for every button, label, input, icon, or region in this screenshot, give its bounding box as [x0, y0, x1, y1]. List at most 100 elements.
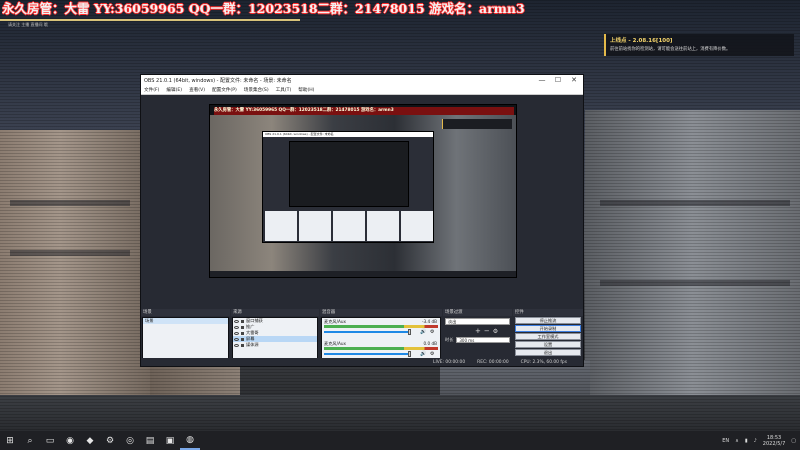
channel-db: -3.4 dB: [421, 319, 437, 324]
volume-fader[interactable]: [324, 353, 410, 355]
streamer-banner: 永久房管：大雷 YY:36059965 QQ一群：12023518二群：2147…: [2, 1, 525, 16]
add-icon[interactable]: +: [475, 327, 481, 335]
gear-icon[interactable]: ⚙: [430, 351, 434, 357]
obs-titlebar[interactable]: OBS 21.0.1 (64bit, windows) - 配置文件: 未命名 …: [141, 75, 583, 86]
mixer-channel: 麦克风/Aux -3.4 dB 🔊 ⚙: [322, 318, 440, 340]
obs-window-title: OBS 21.0.1 (64bit, windows) - 配置文件: 未命名 …: [144, 78, 292, 84]
clock-date: 2022/5/7: [762, 440, 786, 447]
channel-name: 麦克风/Aux: [324, 341, 346, 346]
window-strip: [10, 250, 130, 256]
volume-meter: [324, 325, 438, 328]
notification-title: 上线点 - 2.08.16[100]: [610, 38, 673, 44]
duration-row: 时长 300 ms: [445, 337, 510, 343]
terminal-icon[interactable]: ▤: [140, 431, 160, 450]
lock-icon[interactable]: [241, 325, 244, 329]
volume-meter: [324, 347, 438, 350]
remove-icon[interactable]: −: [484, 327, 490, 335]
speaker-icon[interactable]: 🔊: [420, 351, 426, 357]
stop-streaming-button[interactable]: 停止推流: [515, 317, 581, 324]
studio-mode-button[interactable]: 工作室模式: [515, 333, 581, 340]
clock[interactable]: 18:53 2022/5/7: [763, 435, 785, 447]
eye-icon[interactable]: [234, 331, 239, 335]
menu-view[interactable]: 查看(V): [189, 87, 205, 93]
task-view-icon[interactable]: ▭: [40, 431, 60, 450]
menu-edit[interactable]: 编辑(E): [166, 87, 182, 93]
scene-item[interactable]: 场景: [143, 318, 228, 324]
mixer-body: 麦克风/Aux -3.4 dB 🔊 ⚙ 麦克风/Aux 0.0 dB 🔊 ⚙: [321, 317, 441, 363]
lock-icon[interactable]: [241, 319, 244, 323]
eye-icon[interactable]: [234, 343, 239, 347]
channel-name: 麦克风/Aux: [324, 319, 346, 324]
volume-icon[interactable]: ♪: [754, 438, 757, 444]
scenes-title: 场景: [141, 309, 230, 316]
gear-icon[interactable]: ⚙: [493, 328, 498, 335]
steam-icon[interactable]: ⚙: [100, 431, 120, 450]
scenes-list: 场景: [142, 317, 229, 363]
fader-handle[interactable]: [408, 329, 411, 335]
exit-button[interactable]: 退出: [515, 349, 581, 356]
nested-dock: [333, 211, 365, 241]
windows-logo-icon[interactable]: ⊞: [0, 431, 20, 450]
menu-help[interactable]: 帮助(H): [298, 87, 314, 93]
obs-icon[interactable]: ◍: [180, 431, 200, 450]
sources-list: 窗口捕获 推广 大雷哥 屏幕 媒体源: [232, 317, 318, 363]
window-strip: [10, 200, 130, 206]
eye-icon[interactable]: [234, 319, 239, 323]
chevron-up-icon[interactable]: ∧: [735, 438, 739, 444]
transition-tools: + − ⚙: [445, 327, 510, 335]
language-indicator[interactable]: EN: [722, 438, 729, 444]
lock-icon[interactable]: [241, 337, 244, 341]
nested-obs-docks: [265, 211, 433, 241]
duration-input[interactable]: 300 ms: [456, 337, 510, 343]
transitions-title: 场景过渡: [443, 309, 512, 316]
obs-preview[interactable]: 永久房管：大雷 YY:36059965 QQ一群：12023518二群：2147…: [209, 104, 517, 278]
transition-select[interactable]: 淡出: [445, 318, 510, 325]
game-notification: 上线点 - 2.08.16[100] 前往前站找你的检测站，请可能会送往前站上，…: [604, 34, 794, 56]
volume-fader[interactable]: [324, 331, 410, 333]
menu-profile[interactable]: 配置文件(P): [212, 87, 237, 93]
duration-label: 时长: [445, 337, 454, 342]
obs-menubar: 文件(F) 编辑(E) 查看(V) 配置文件(P) 场景集合(S) 工具(T) …: [141, 86, 583, 95]
taskbar: ⊞ ⌕ ▭ ◉ ◆ ⚙ ◎ ▤ ▣ ◍ EN ∧ ▮ ♪ 18:53 2022/…: [0, 431, 800, 450]
start-recording-button[interactable]: 开始录制: [515, 325, 581, 332]
nested-dock: [265, 211, 297, 241]
speaker-icon[interactable]: 🔊: [420, 329, 426, 335]
mixer-title: 混音器: [320, 309, 442, 316]
eye-icon[interactable]: [234, 337, 239, 341]
menu-tools[interactable]: 工具(T): [276, 87, 292, 93]
eye-icon[interactable]: [234, 325, 239, 329]
channel-db: 0.0 dB: [423, 341, 437, 346]
minimize-icon[interactable]: —: [535, 75, 549, 86]
gear-icon[interactable]: ⚙: [430, 329, 434, 335]
source-item[interactable]: 媒体源: [233, 342, 317, 348]
sources-title: 来源: [231, 309, 319, 316]
banner-subtitle: 请关注 主播 直播间 哦: [8, 22, 48, 27]
preview-taskbar: [210, 271, 516, 277]
settings-button[interactable]: 设置: [515, 341, 581, 348]
preview-notification: [442, 119, 512, 129]
notification-body: 前往前站找你的检测站，请可能会送往前站上，消费有降价数。: [610, 47, 731, 52]
search-icon[interactable]: ⌕: [20, 431, 40, 450]
steam-icon[interactable]: ◎: [120, 431, 140, 450]
obs-statusbar: LIVE: 00:00:00 REC: 00:00:00 CPU: 2.3%, …: [141, 358, 583, 366]
monitor-icon[interactable]: ▣: [160, 431, 180, 450]
notifications-icon[interactable]: ▢: [791, 438, 796, 444]
nested-obs-preview: [289, 141, 409, 207]
maximize-icon[interactable]: ☐: [551, 75, 565, 86]
android-icon[interactable]: ◆: [80, 431, 100, 450]
fader-handle[interactable]: [408, 351, 411, 357]
cpu-fps: CPU: 2.3%, 60.00 fps: [520, 359, 567, 365]
network-icon[interactable]: ▮: [745, 438, 748, 444]
source-label: 媒体源: [246, 342, 259, 347]
menu-scene-collection[interactable]: 场景集合(S): [244, 87, 269, 93]
controls-title: 控件: [513, 309, 583, 316]
nested-dock: [367, 211, 399, 241]
lock-icon[interactable]: [241, 331, 244, 335]
lock-icon[interactable]: [241, 343, 244, 347]
preview-banner: 永久房管：大雷 YY:36059965 QQ一群：12023518二群：2147…: [214, 107, 514, 115]
building-right: [585, 110, 800, 431]
menu-file[interactable]: 文件(F): [144, 87, 159, 93]
chrome-icon[interactable]: ◉: [60, 431, 80, 450]
close-icon[interactable]: ✕: [567, 75, 581, 86]
street: [0, 395, 800, 431]
